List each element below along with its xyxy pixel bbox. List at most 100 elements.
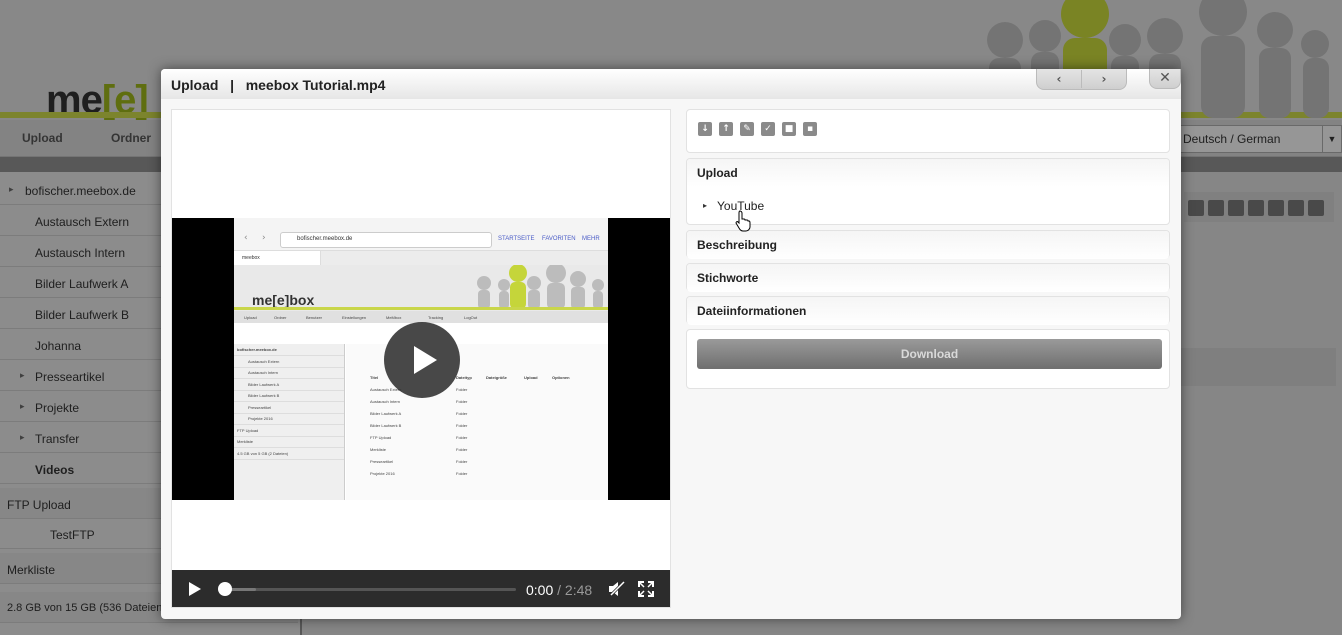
current-time: 0:00 — [526, 582, 554, 598]
thumbnail-column-header: Titel — [370, 375, 379, 380]
thumbnail-cell: Austausch Intern — [370, 399, 401, 404]
thumbnail-header: me[e]box — [234, 265, 608, 311]
thumbnail-sidebar-item: Merkliste — [234, 436, 344, 448]
thumbnail-cell: Folder — [456, 471, 468, 476]
thumbnail-nav-item: MeMbox — [386, 315, 402, 320]
thumbnail-nav-item: Tracking — [428, 315, 444, 320]
thumbnail-cell: Folder — [456, 435, 468, 440]
thumbnail-sidebar-label: Austausch Extern — [248, 358, 280, 364]
stichworte-section-header[interactable]: Stichworte — [687, 264, 1169, 292]
upload-section: Upload ▸ YouTube — [686, 158, 1170, 225]
thumbnail-cell: Folder — [456, 399, 468, 404]
chevron-right-icon: › — [1101, 72, 1107, 86]
upload-icon[interactable]: ↑ — [719, 122, 733, 136]
thumbnail-sidebar-item: 4.5 GB von 5 GB (2 Dateien) — [234, 448, 344, 460]
thumbnail-sidebar-item: FTP Upload — [234, 425, 344, 437]
thumbnail-cell: Folder — [456, 411, 468, 416]
thumbnail-cell: FTP Upload — [370, 435, 392, 440]
thumbnail-link: FAVORITEN — [542, 236, 576, 242]
thumbnail-sidebar-label: FTP Upload — [237, 427, 259, 433]
seek-bar[interactable] — [224, 588, 516, 591]
dateiinformationen-section[interactable]: Dateiinformationen — [686, 296, 1170, 325]
delete-icon[interactable]: ▪ — [803, 122, 817, 136]
thumbnail-sidebar-item: Austausch Extern — [234, 356, 344, 368]
thumbnail-status-bar — [234, 218, 608, 228]
thumbnail-logo: me[e]box — [252, 292, 315, 308]
video-player[interactable]: ‹ › bofischer.meebox.de STARTSEITE FAVOR… — [171, 109, 671, 608]
thumbnail-column-header: Dateigröße — [486, 375, 507, 380]
thumbnail-nav-item: Einstellungen — [342, 315, 367, 320]
prev-button[interactable]: ‹ — [1037, 70, 1081, 88]
thumbnail-url: bofischer.meebox.de — [280, 232, 492, 248]
back-icon: ‹ — [244, 233, 248, 243]
lock-icon[interactable]: ■ — [782, 122, 796, 136]
thumbnail-sidebar-item: Projekte 2016 — [234, 413, 344, 425]
play-overlay-button[interactable] — [384, 322, 460, 398]
play-button[interactable] — [188, 582, 202, 596]
dateiinformationen-section-header[interactable]: Dateiinformationen — [687, 297, 1169, 325]
thumbnail-table-row: Projekte 2016 Folder — [346, 468, 608, 479]
thumbnail-cell: Projekte 2016 — [370, 471, 395, 476]
thumbnail-cell: Presseartikel — [370, 459, 394, 464]
close-button[interactable]: ✕ — [1149, 69, 1181, 89]
thumbnail-link: MEHR — [582, 236, 600, 242]
video-controls: 0:00 / 2:48 — [172, 570, 670, 607]
hand-cursor-icon — [735, 210, 751, 232]
time-display: 0:00 / 2:48 — [526, 582, 592, 598]
check-icon[interactable]: ✓ — [761, 122, 775, 136]
download-section: Download — [686, 329, 1170, 389]
thumbnail-sidebar-item: Austausch Intern — [234, 367, 344, 379]
thumbnail-url-bar: ‹ › bofischer.meebox.de STARTSEITE FAVOR… — [234, 228, 608, 251]
thumbnail-sidebar-label: 4.5 GB von 5 GB (2 Dateien) — [237, 450, 289, 456]
thumbnail-sidebar-label: Bilder Laufwerk B — [248, 393, 280, 398]
chevron-left-icon: ‹ — [1056, 72, 1062, 86]
file-preview-modal: Upload | meebox Tutorial.mp4 ‹ › ✕ ‹ › b… — [161, 69, 1181, 619]
thumbnail-sidebar-label: Merkliste — [237, 439, 254, 444]
thumbnail-nav-item: Upload — [244, 315, 257, 320]
dateiinformationen-section-title: Dateiinformationen — [697, 304, 807, 318]
thumbnail-column-header: Upload — [524, 375, 538, 380]
thumbnail-stripe — [234, 307, 608, 310]
thumbnail-sidebar-label: bofischer.meebox.de — [237, 347, 277, 352]
thumbnail-link: STARTSEITE — [498, 236, 535, 242]
beschreibung-section-title: Beschreibung — [697, 238, 778, 252]
beschreibung-section-header[interactable]: Beschreibung — [687, 231, 1169, 259]
beschreibung-section[interactable]: Beschreibung — [686, 230, 1170, 259]
thumbnail-table-row: FTP Upload Folder — [346, 432, 608, 443]
upload-section-header[interactable]: Upload — [687, 159, 1169, 187]
thumbnail-sidebar-item: Bilder Laufwerk A — [234, 379, 344, 391]
thumbnail-sidebar: bofischer.meebox.de Austausch Extern Austa… — [234, 344, 345, 500]
volume-muted-icon[interactable] — [608, 581, 626, 597]
fullscreen-icon[interactable] — [638, 581, 654, 597]
video-frame[interactable]: ‹ › bofischer.meebox.de STARTSEITE FAVOR… — [172, 218, 670, 500]
thumbnail-cell: Folder — [456, 447, 468, 452]
close-icon: ✕ — [1159, 70, 1171, 86]
thumbnail-nav-item: LogOut — [464, 315, 478, 320]
next-button[interactable]: › — [1081, 70, 1126, 88]
modal-title: Upload | meebox Tutorial.mp4 — [171, 77, 386, 93]
stichworte-section[interactable]: Stichworte — [686, 263, 1170, 292]
play-icon — [414, 346, 437, 374]
thumbnail-sidebar-item: Bilder Laufwerk B — [234, 390, 344, 402]
thumbnail-sidebar-label: Austausch Intern — [248, 370, 279, 375]
thumbnail-table-row: Bilder Laufwerk A Folder — [346, 408, 608, 419]
thumbnail-nav-item: Benutzer — [306, 315, 323, 320]
stichworte-section-title: Stichworte — [697, 271, 759, 285]
thumbnail-sidebar-label: Bilder Laufwerk A — [248, 381, 280, 387]
thumbnail-cell: Bilder Laufwerk B — [370, 423, 402, 428]
action-toolbar: ↓ ↑ ✎ ✓ ■ ▪ — [686, 109, 1170, 153]
thumbnail-table-row: Bilder Laufwerk B Folder — [346, 420, 608, 431]
seek-handle[interactable] — [218, 582, 232, 596]
thumbnail-cell: Bilder Laufwerk A — [370, 411, 402, 416]
thumbnail-sidebar-label: Projekte 2016 — [248, 416, 273, 421]
edit-icon[interactable]: ✎ — [740, 122, 754, 136]
forward-icon: › — [262, 233, 266, 243]
thumbnail-cell: Merkliste — [370, 447, 387, 452]
thumbnail-tab: meebox — [234, 251, 321, 265]
download-icon[interactable]: ↓ — [698, 122, 712, 136]
thumbnail-nav-item: Ordner — [274, 315, 287, 320]
modal-header: Upload | meebox Tutorial.mp4 ‹ › ✕ — [161, 69, 1181, 99]
thumbnail-sidebar-item: bofischer.meebox.de — [234, 344, 344, 356]
thumbnail-cell: Folder — [456, 423, 468, 428]
download-button[interactable]: Download — [697, 339, 1162, 369]
